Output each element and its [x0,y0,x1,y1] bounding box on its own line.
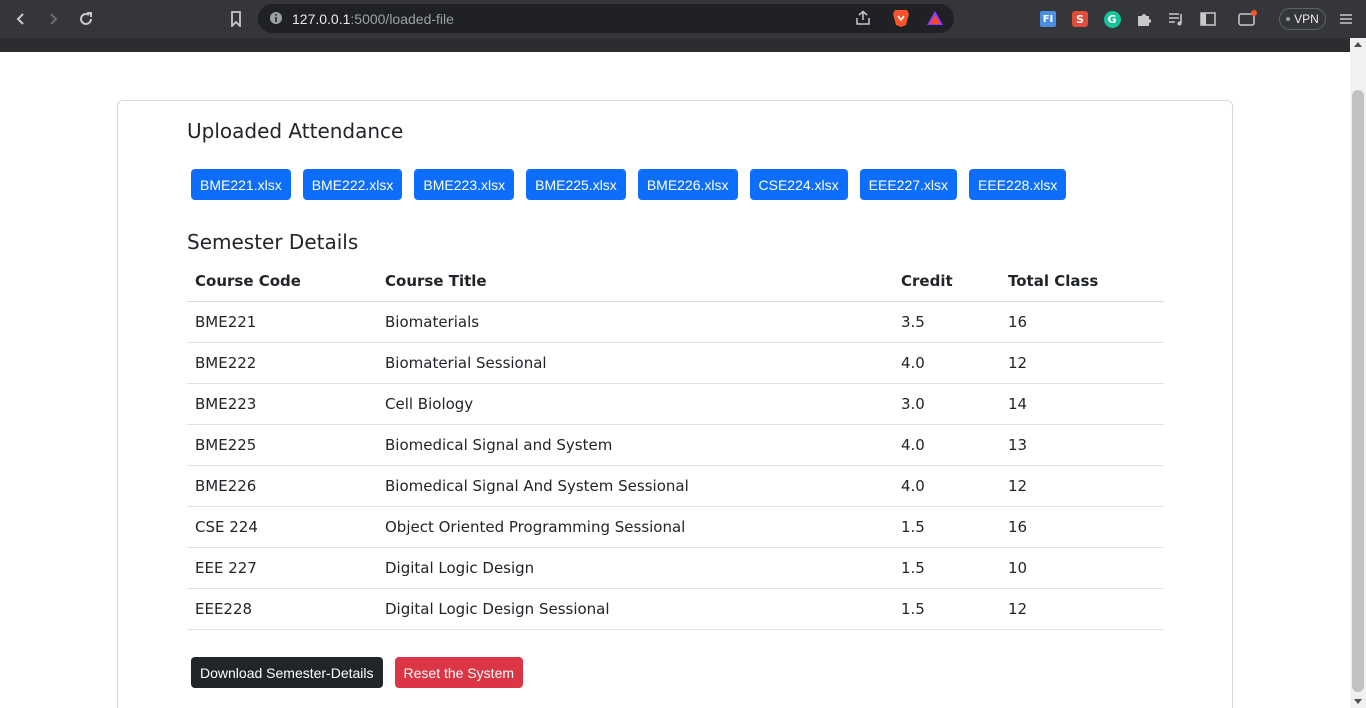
cell-course-code: BME223 [187,383,377,425]
cell-course-title: Object Oriented Programming Sessional [377,506,893,548]
cell-course-code: BME226 [187,465,377,507]
wallet-icon[interactable] [1238,9,1258,29]
cell-course-code: BME225 [187,424,377,466]
file-button[interactable]: EEE227.xlsx [859,169,958,200]
cell-course-title: Digital Logic Design Sessional [377,588,893,630]
cell-course-code: BME221 [187,301,377,343]
file-button[interactable]: BME222.xlsx [302,169,403,200]
header-credit: Credit [893,261,1000,302]
url-host: 127.0.0.1 [292,11,351,27]
table-row: EEE 227 Digital Logic Design 1.5 10 [187,547,1164,589]
cell-credit: 1.5 [893,588,1000,630]
vpn-label: VPN [1294,12,1319,26]
table-row: BME226 Biomedical Signal And System Sess… [187,465,1164,507]
semester-details-table: Course Code Course Title Credit Total Cl… [187,261,1164,630]
cell-total-class: 16 [1000,506,1164,548]
cell-course-title: Biomaterials [377,301,893,343]
brave-rewards-icon[interactable] [925,8,945,28]
page-navbar-strip [0,38,1350,52]
bookmark-icon[interactable] [225,8,247,30]
scroll-up-arrow-icon[interactable] [1354,42,1362,47]
cell-course-title: Biomedical Signal and System [377,424,893,466]
cell-course-title: Biomedical Signal And System Sessional [377,465,893,507]
table-row: BME222 Biomaterial Sessional 4.0 12 [187,342,1164,384]
cell-credit: 3.5 [893,301,1000,343]
cell-course-code: EEE228 [187,588,377,630]
file-button[interactable]: BME225.xlsx [526,169,626,200]
cell-total-class: 13 [1000,424,1164,466]
site-info-icon[interactable] [266,8,286,28]
file-button[interactable]: BME226.xlsx [637,169,738,200]
cell-credit: 4.0 [893,424,1000,466]
file-button[interactable]: BME223.xlsx [414,169,515,200]
uploaded-attendance-title: Uploaded Attendance [187,119,404,143]
action-buttons: Download Semester-Details Reset the Syst… [191,657,524,688]
cell-course-title: Cell Biology [377,383,893,425]
fi-extension-icon[interactable]: FI [1038,9,1058,29]
table-row: BME221 Biomaterials 3.5 16 [187,301,1164,343]
grammarly-icon[interactable]: G [1102,9,1122,29]
cell-total-class: 16 [1000,301,1164,343]
cell-credit: 1.5 [893,506,1000,548]
table-header-row: Course Code Course Title Credit Total Cl… [187,261,1164,302]
cell-total-class: 12 [1000,588,1164,630]
cell-course-code: BME222 [187,342,377,384]
s-extension-icon[interactable]: S [1070,9,1090,29]
cell-course-title: Digital Logic Design [377,547,893,589]
table-row: EEE228 Digital Logic Design Sessional 1.… [187,588,1164,630]
share-icon[interactable] [853,8,873,28]
table-row: BME223 Cell Biology 3.0 14 [187,383,1164,425]
table-row: CSE 224 Object Oriented Programming Sess… [187,506,1164,548]
url-path: :5000/loaded-file [350,11,454,27]
uploaded-files-list: BME221.xlsx BME222.xlsx BME223.xlsx BME2… [191,169,1067,200]
main-card: Uploaded Attendance BME221.xlsx BME222.x… [117,100,1233,708]
cell-credit: 1.5 [893,547,1000,589]
file-button[interactable]: CSE224.xlsx [749,169,848,200]
file-button[interactable]: BME221.xlsx [191,169,291,200]
menu-icon[interactable] [1335,8,1357,30]
url-text[interactable]: 127.0.0.1:5000/loaded-file [292,11,454,27]
cell-total-class: 12 [1000,465,1164,507]
vpn-button[interactable]: VPN [1279,8,1326,30]
sidebar-icon[interactable] [1198,9,1218,29]
scroll-down-arrow-icon[interactable] [1354,699,1362,704]
scroll-thumb[interactable] [1352,90,1364,692]
media-queue-icon[interactable] [1166,9,1186,29]
cell-course-code: EEE 227 [187,547,377,589]
header-total-class: Total Class [1000,261,1164,302]
cell-total-class: 10 [1000,547,1164,589]
table-row: BME225 Biomedical Signal and System 4.0 … [187,424,1164,466]
vertical-scrollbar[interactable] [1350,38,1366,708]
cell-total-class: 14 [1000,383,1164,425]
cell-course-code: CSE 224 [187,506,377,548]
browser-toolbar: 127.0.0.1:5000/loaded-file FI S G VPN [0,0,1366,38]
cell-credit: 3.0 [893,383,1000,425]
cell-total-class: 12 [1000,342,1164,384]
semester-details-title: Semester Details [187,230,359,254]
cell-credit: 4.0 [893,342,1000,384]
forward-icon[interactable] [42,8,64,30]
download-semester-details-button[interactable]: Download Semester-Details [191,657,383,688]
reload-icon[interactable] [75,8,97,30]
reset-system-button[interactable]: Reset the System [394,657,524,688]
cell-credit: 4.0 [893,465,1000,507]
file-button[interactable]: EEE228.xlsx [969,169,1067,200]
brave-shield-icon[interactable] [891,8,911,28]
vpn-status-dot [1286,17,1291,21]
puzzle-extensions-icon[interactable] [1134,9,1154,29]
cell-course-title: Biomaterial Sessional [377,342,893,384]
header-course-title: Course Title [377,261,893,302]
address-bar[interactable]: 127.0.0.1:5000/loaded-file [258,4,954,33]
back-icon[interactable] [10,8,32,30]
header-course-code: Course Code [187,261,377,302]
